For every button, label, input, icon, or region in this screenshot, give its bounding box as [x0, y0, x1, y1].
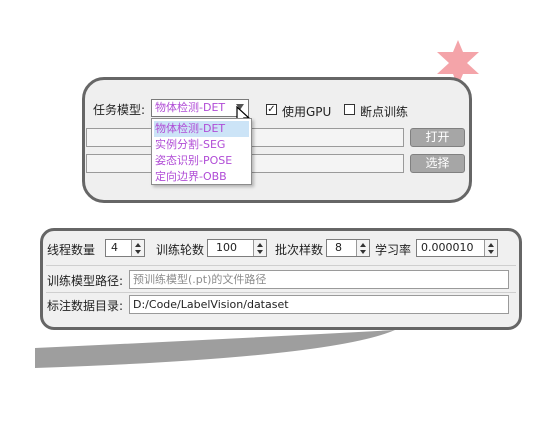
resume-training-label: 断点训练 — [360, 105, 409, 119]
resume-training-checkbox[interactable] — [344, 104, 355, 115]
learning-rate-label: 学习率 — [375, 243, 412, 257]
threads-spinbox[interactable]: 4 — [105, 239, 145, 257]
task-model-label: 任务模型: — [93, 103, 146, 117]
spin-arrows-icon[interactable] — [253, 240, 266, 256]
row-divider — [46, 292, 516, 293]
epochs-spinbox[interactable]: 100 — [207, 239, 267, 257]
spin-arrows-icon[interactable] — [356, 240, 369, 256]
use-gpu-checkbox[interactable]: ✓ — [266, 104, 277, 115]
model-path-placeholder: 预训练模型(.pt)的文件路径 — [133, 273, 267, 286]
decorative-swoosh — [35, 330, 395, 368]
threads-label: 线程数量 — [47, 243, 96, 257]
batch-spinbox[interactable]: 8 — [326, 239, 370, 257]
model-path-label: 训练模型路径: — [47, 274, 124, 288]
dataset-dir-value: D:/Code/LabelVision/dataset — [133, 298, 289, 311]
task-model-select[interactable]: 物体检测-DET — [151, 99, 249, 117]
select-button[interactable]: 选择 — [410, 154, 465, 173]
epochs-value: 100 — [216, 241, 237, 254]
epochs-label: 训练轮数 — [156, 243, 205, 257]
task-model-selected-value: 物体检测-DET — [155, 101, 226, 114]
learning-rate-value: 0.000010 — [421, 241, 474, 254]
dropdown-option-pose[interactable]: 姿态识别-POSE — [154, 153, 249, 169]
task-model-dropdown: 物体检测-DET 实例分割-SEG 姿态识别-POSE 定向边界-OBB — [151, 118, 252, 185]
dropdown-option-det[interactable]: 物体检测-DET — [154, 121, 249, 137]
checkmark-icon: ✓ — [267, 104, 276, 115]
use-gpu-label: 使用GPU — [282, 105, 332, 119]
model-path-input[interactable]: 预训练模型(.pt)的文件路径 — [129, 270, 509, 289]
spin-arrows-icon[interactable] — [484, 240, 497, 256]
batch-value: 8 — [335, 241, 342, 254]
learning-rate-spinbox[interactable]: 0.000010 — [416, 239, 498, 257]
dataset-dir-input[interactable]: D:/Code/LabelVision/dataset — [129, 295, 509, 314]
dataset-dir-label: 标注数据目录: — [47, 299, 124, 313]
dropdown-option-obb[interactable]: 定向边界-OBB — [154, 169, 249, 185]
batch-label: 批次样数 — [275, 243, 324, 257]
open-button[interactable]: 打开 — [410, 128, 465, 147]
spin-arrows-icon[interactable] — [131, 240, 144, 256]
dropdown-option-seg[interactable]: 实例分割-SEG — [154, 137, 249, 153]
row-divider — [46, 265, 516, 266]
threads-value: 4 — [111, 241, 118, 254]
